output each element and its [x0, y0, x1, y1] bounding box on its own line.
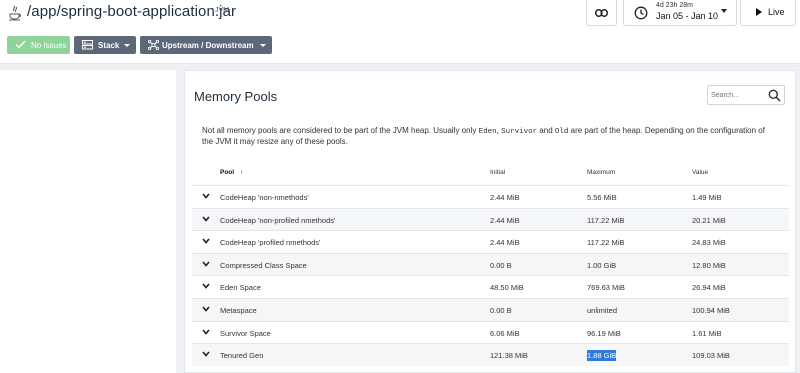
table-row[interactable]: Compressed Class Space 0.00 B 1.00 GiB 12.8…: [192, 252, 789, 276]
memory-pools-description: Not all memory pools are considered to b…: [202, 126, 778, 147]
cell-initial: 6.06 MiB: [490, 328, 520, 338]
column-header-pool[interactable]: Pool ↑: [220, 169, 243, 176]
cell-maximum: 5.56 MiB: [587, 193, 617, 202]
chevron-down-icon[interactable]: [202, 306, 210, 312]
stack-icon: [82, 40, 93, 50]
cell-pool: Metaspace: [220, 306, 257, 315]
code-old: Old: [554, 128, 569, 136]
cell-pool: CodeHeap 'non-nmethods': [220, 193, 309, 202]
table-row[interactable]: Metaspace 0.00 B unlimited 100.94 MiB: [192, 298, 789, 321]
cell-initial: 121.38 MiB: [490, 351, 528, 361]
sort-ascending-icon: ↑: [240, 169, 244, 176]
java-icon: [9, 5, 21, 21]
table-row[interactable]: CodeHeap 'non-nmethods' 2.44 MiB 5.56 MiB 1…: [192, 185, 789, 208]
table-row[interactable]: CodeHeap 'profiled nmethods' 2.44 MiB 117.…: [192, 230, 789, 253]
app-type-tag: JVM: [215, 7, 229, 14]
time-duration: 4d 23h 28m: [656, 2, 693, 9]
search-icon[interactable]: [768, 89, 781, 102]
column-header-initial[interactable]: Initial: [490, 169, 505, 176]
cell-maximum-text: 96.19 MiB: [587, 328, 621, 338]
cell-maximum-text: 5.56 MiB: [587, 193, 617, 202]
chevron-down-icon[interactable]: [202, 283, 210, 290]
cell-maximum: 769.63 MiB: [587, 283, 625, 292]
chevron-down-icon[interactable]: [202, 351, 210, 357]
cell-maximum-text: unlimited: [587, 306, 618, 315]
code-eden: Eden: [478, 128, 497, 136]
cell-pool: Survivor Space: [220, 328, 271, 338]
check-icon: [15, 40, 26, 49]
upstream-downstream-label: Upstream / Downstream: [162, 40, 254, 50]
cell-value: 100.94 MiB: [692, 306, 730, 315]
live-button[interactable]: Live: [740, 0, 796, 26]
time-range: Jan 05 - Jan 10: [656, 11, 719, 21]
table-row[interactable]: Survivor Space 6.06 MiB 96.19 MiB 1.61 MiB: [192, 320, 789, 344]
column-header-pool-label: Pool: [220, 169, 235, 176]
sidebar: [0, 70, 176, 373]
clock-icon: [634, 6, 648, 20]
cell-maximum-text: 1.00 GiB: [587, 260, 617, 270]
cell-maximum-text: 1.88 GiB: [587, 350, 617, 362]
top-bar: /app/spring-boot-application.jar JVM 4d …: [0, 0, 800, 64]
chevron-down-icon: [124, 44, 130, 47]
cell-maximum: 1.88 GiB: [587, 350, 617, 362]
cell-maximum: unlimited: [587, 306, 617, 315]
upstream-downstream-dropdown-button[interactable]: Upstream / Downstream: [140, 36, 272, 54]
search-input[interactable]: [711, 89, 765, 101]
description-text: and: [537, 126, 555, 135]
link-icon: [595, 8, 608, 17]
search-box[interactable]: [707, 85, 785, 105]
column-header-maximum[interactable]: Maximum: [587, 169, 615, 176]
no-issues-label: No Issues: [31, 40, 67, 50]
cell-pool: Tenured Gen: [220, 351, 264, 361]
chevron-down-icon[interactable]: [202, 238, 210, 244]
stack-label: Stack: [98, 40, 120, 50]
column-header-value[interactable]: Value: [692, 169, 708, 176]
time-range-picker[interactable]: 4d 23h 28m Jan 05 - Jan 10: [623, 0, 737, 26]
chevron-down-icon: [260, 44, 266, 47]
live-label: Live: [768, 7, 785, 17]
description-text: Not all memory pools are considered to b…: [202, 126, 479, 135]
cell-initial: 2.44 MiB: [490, 215, 520, 225]
table-row[interactable]: CodeHeap 'non-profiled nmethods' 2.44 MiB…: [192, 207, 789, 231]
cell-maximum: 1.00 GiB: [587, 261, 616, 270]
panel-title: Memory Pools: [194, 89, 278, 104]
no-issues-button[interactable]: No Issues: [7, 36, 70, 54]
cell-value: 12.80 MiB: [692, 260, 726, 270]
cell-maximum: 96.19 MiB: [587, 329, 621, 338]
chevron-down-icon[interactable]: [202, 216, 210, 222]
play-icon: [756, 8, 762, 16]
cell-maximum-text: 117.22 MiB: [587, 238, 625, 248]
cell-initial: 48.50 MiB: [490, 283, 524, 293]
code-survivor: Survivor: [501, 128, 538, 136]
chevron-down-icon[interactable]: [202, 261, 210, 267]
cell-initial: 0.00 B: [490, 306, 512, 315]
cell-pool: Compressed Class Space: [220, 260, 307, 270]
cell-pool: CodeHeap 'non-profiled nmethods': [220, 215, 336, 225]
cell-value: 1.61 MiB: [692, 328, 722, 338]
cell-value: 24.83 MiB: [692, 238, 726, 248]
cell-value: 26.94 MiB: [692, 283, 726, 293]
cell-pool: CodeHeap 'profiled nmethods': [220, 238, 321, 248]
table-row[interactable]: Tenured Gen 121.38 MiB 1.88 GiB 109.03 MiB: [192, 343, 789, 367]
chevron-down-icon[interactable]: [202, 193, 210, 199]
cell-value: 109.03 MiB: [692, 351, 730, 361]
cell-pool: Eden Space: [220, 283, 261, 293]
chevron-down-icon[interactable]: [202, 329, 210, 335]
cell-maximum: 117.22 MiB: [587, 238, 624, 247]
app-title: /app/spring-boot-application.jar: [27, 3, 237, 20]
stack-dropdown-button[interactable]: Stack: [74, 36, 136, 54]
cell-initial: 2.44 MiB: [490, 238, 520, 248]
topology-icon: [148, 40, 159, 50]
cell-maximum: 117.22 MiB: [587, 216, 624, 225]
table-row[interactable]: Eden Space 48.50 MiB 769.63 MiB 26.94 MiB: [192, 275, 789, 298]
share-link-button[interactable]: [586, 0, 617, 26]
cell-value: 1.49 MiB: [692, 193, 722, 202]
cell-initial: 2.44 MiB: [490, 193, 520, 202]
chevron-down-icon: [721, 9, 727, 13]
cell-maximum-text: 117.22 MiB: [587, 215, 625, 225]
cell-value: 20.21 MiB: [692, 215, 726, 225]
cell-maximum-text: 769.63 MiB: [587, 283, 625, 293]
cell-initial: 0.00 B: [490, 260, 512, 270]
memory-pools-panel: Memory Pools Not all memory pools are co…: [184, 70, 796, 373]
